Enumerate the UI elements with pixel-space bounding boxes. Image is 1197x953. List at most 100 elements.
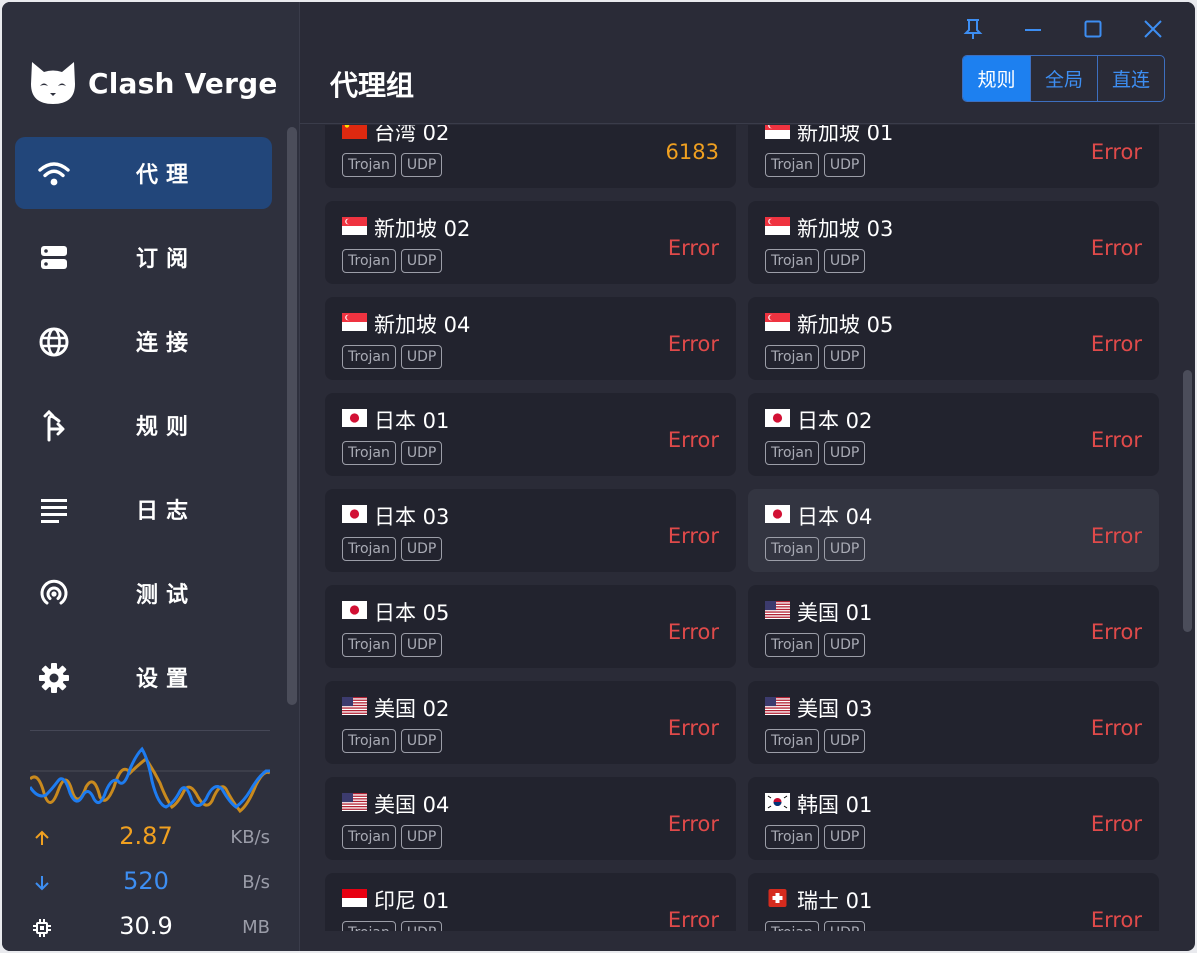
pin-icon	[963, 19, 983, 39]
proxy-delay[interactable]: Error	[1091, 716, 1142, 740]
upload-value: 2.87	[119, 822, 173, 850]
proxy-card[interactable]: 日本 05 Trojan UDP Error	[325, 585, 736, 668]
minimize-button[interactable]	[1003, 14, 1063, 44]
proxy-tag: UDP	[823, 729, 866, 753]
proxy-delay[interactable]: Error	[1091, 524, 1142, 548]
proxy-delay[interactable]: Error	[1091, 620, 1142, 644]
broadcast-icon	[37, 577, 71, 611]
proxy-card[interactable]: 瑞士 01 Trojan UDP Error	[748, 873, 1159, 931]
proxy-name: 美国 02	[374, 697, 450, 721]
content-scrollbar[interactable]	[1183, 370, 1192, 632]
flag-ch-icon	[765, 889, 790, 907]
proxy-card[interactable]: 美国 02 Trojan UDP Error	[325, 681, 736, 764]
proxy-name: 印尼 01	[374, 889, 450, 913]
sidebar-item-settings[interactable]: 设置	[15, 641, 272, 713]
proxy-delay[interactable]: Error	[1091, 908, 1142, 931]
proxy-tags: TrojanUDP	[342, 153, 447, 177]
flag-jp-icon	[765, 505, 790, 523]
maximize-button[interactable]	[1063, 14, 1123, 44]
flag-sg-icon	[765, 217, 790, 235]
proxy-delay[interactable]: Error	[668, 812, 719, 836]
proxy-card[interactable]: 日本 01 Trojan UDP Error	[325, 393, 736, 476]
proxy-tags: TrojanUDP	[342, 825, 447, 849]
proxy-card[interactable]: 韩国 01 Trojan UDP Error	[748, 777, 1159, 860]
flag-us-icon	[342, 697, 367, 715]
arrow-up-icon	[30, 826, 54, 850]
app-title: Clash Verge	[88, 66, 278, 100]
proxy-name: 新加坡 04	[374, 313, 471, 337]
flag-jp-icon	[342, 601, 367, 619]
proxy-delay[interactable]: Error	[668, 428, 719, 452]
proxy-card[interactable]: 新加坡 01 Trojan UDP Error	[748, 125, 1159, 188]
proxy-card[interactable]: 台湾 02 Trojan UDP 6183	[325, 125, 736, 188]
sidebar-item-rules[interactable]: 规则	[15, 389, 272, 461]
proxy-card[interactable]: 新加坡 04 Trojan UDP Error	[325, 297, 736, 380]
fork-arrow-icon	[37, 409, 71, 443]
sidebar: Clash Verge 代理 订阅 连接 规则 日志 测试 设置 2.87 KB…	[2, 2, 300, 951]
sidebar-item-logs[interactable]: 日志	[15, 473, 272, 545]
sidebar-nav: 代理 订阅 连接 规则 日志 测试 设置	[15, 137, 272, 725]
traffic-panel: 2.87 KB/s 520 B/s 30.9 MB	[28, 730, 271, 940]
flag-sg-icon	[342, 313, 367, 331]
proxy-tag: Trojan	[765, 825, 819, 849]
proxy-card[interactable]: 新加坡 02 Trojan UDP Error	[325, 201, 736, 284]
close-icon	[1144, 20, 1162, 38]
proxy-delay[interactable]: Error	[668, 908, 719, 931]
proxy-tags: TrojanUDP	[765, 441, 870, 465]
sidebar-item-test[interactable]: 测试	[15, 557, 272, 629]
memory-stat: 30.9 MB	[30, 912, 270, 942]
proxy-delay[interactable]: Error	[668, 716, 719, 740]
pin-button[interactable]	[943, 14, 1003, 44]
proxy-delay[interactable]: 6183	[666, 140, 719, 164]
proxy-delay[interactable]: Error	[668, 236, 719, 260]
close-button[interactable]	[1123, 14, 1183, 44]
proxy-tag: UDP	[823, 345, 866, 369]
proxy-card[interactable]: 日本 02 Trojan UDP Error	[748, 393, 1159, 476]
proxy-name: 新加坡 05	[797, 313, 894, 337]
proxy-name: 日本 01	[374, 409, 450, 433]
proxy-card[interactable]: 日本 04 Trojan UDP Error	[748, 489, 1159, 572]
proxy-tag: UDP	[400, 633, 443, 657]
proxy-tags: TrojanUDP	[765, 249, 870, 273]
download-stat: 520 B/s	[30, 867, 270, 897]
proxy-tag: Trojan	[342, 345, 396, 369]
flag-us-icon	[765, 697, 790, 715]
proxy-name: 美国 01	[797, 601, 873, 625]
sidebar-item-proxy[interactable]: 代理	[15, 137, 272, 209]
sidebar-scrollbar[interactable]	[287, 127, 297, 705]
proxy-tag: Trojan	[765, 441, 819, 465]
proxy-tags: TrojanUDP	[342, 921, 447, 931]
proxy-delay[interactable]: Error	[1091, 140, 1142, 164]
proxy-tag: Trojan	[765, 633, 819, 657]
proxy-tag: UDP	[400, 345, 443, 369]
mode-global-button[interactable]: 全局	[1030, 56, 1097, 101]
gear-icon	[37, 661, 71, 695]
sidebar-item-connections[interactable]: 连接	[15, 305, 272, 377]
proxy-card[interactable]: 印尼 01 Trojan UDP Error	[325, 873, 736, 931]
proxy-tag: Trojan	[342, 441, 396, 465]
proxy-delay[interactable]: Error	[668, 620, 719, 644]
proxy-delay[interactable]: Error	[1091, 236, 1142, 260]
proxy-tag: Trojan	[342, 249, 396, 273]
proxy-name: 日本 02	[797, 409, 873, 433]
proxy-card[interactable]: 日本 03 Trojan UDP Error	[325, 489, 736, 572]
proxy-card[interactable]: 新加坡 03 Trojan UDP Error	[748, 201, 1159, 284]
mode-rule-button[interactable]: 规则	[963, 56, 1030, 101]
proxy-delay[interactable]: Error	[1091, 332, 1142, 356]
proxy-card[interactable]: 美国 04 Trojan UDP Error	[325, 777, 736, 860]
proxy-delay[interactable]: Error	[668, 524, 719, 548]
proxy-tag: Trojan	[342, 729, 396, 753]
proxy-delay[interactable]: Error	[1091, 812, 1142, 836]
flag-jp-icon	[765, 409, 790, 427]
proxy-delay[interactable]: Error	[1091, 428, 1142, 452]
proxy-tag: UDP	[823, 153, 866, 177]
proxy-card[interactable]: 美国 03 Trojan UDP Error	[748, 681, 1159, 764]
proxy-tags: TrojanUDP	[765, 345, 870, 369]
mode-direct-button[interactable]: 直连	[1097, 56, 1164, 101]
proxy-card[interactable]: 美国 01 Trojan UDP Error	[748, 585, 1159, 668]
sidebar-item-subscription[interactable]: 订阅	[15, 221, 272, 293]
proxy-delay[interactable]: Error	[668, 332, 719, 356]
flag-us-icon	[342, 793, 367, 811]
proxy-name: 新加坡 02	[374, 217, 471, 241]
proxy-card[interactable]: 新加坡 05 Trojan UDP Error	[748, 297, 1159, 380]
